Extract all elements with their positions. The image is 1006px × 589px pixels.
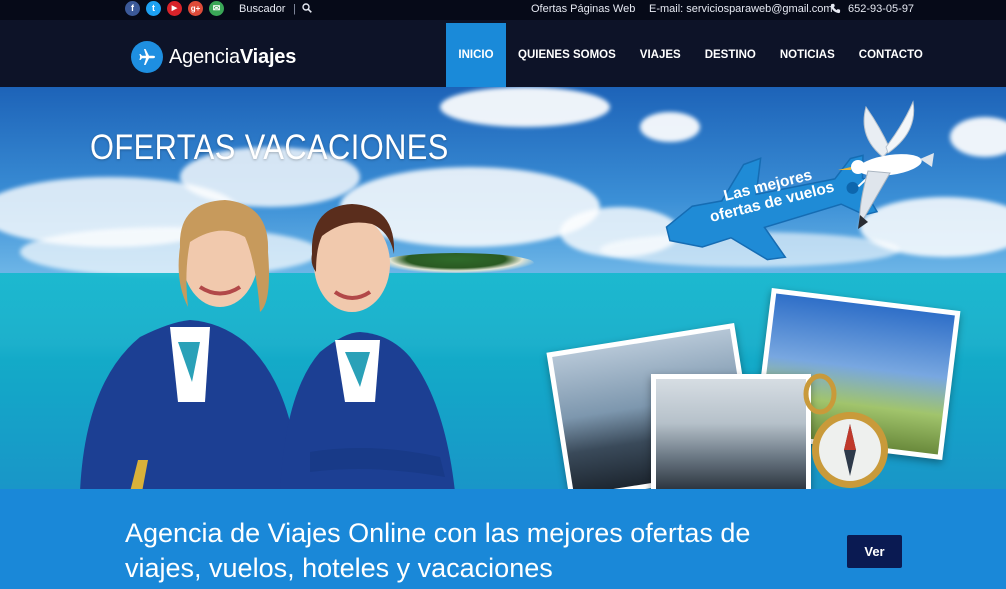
logo-text-light: Agencia bbox=[169, 45, 240, 68]
ver-button[interactable]: Ver bbox=[847, 535, 902, 568]
photo-traveler-ship bbox=[651, 374, 811, 489]
cloud bbox=[440, 87, 610, 127]
phone-icon bbox=[830, 3, 841, 14]
offers-web-link[interactable]: Ofertas Páginas Web bbox=[531, 3, 635, 15]
email-icon[interactable]: ✉ bbox=[209, 1, 224, 16]
compass-illustration bbox=[803, 373, 888, 488]
primary-nav: INICIO QUIENES SOMOS VIAJES DESTINO NOTI… bbox=[446, 23, 935, 87]
youtube-icon[interactable]: ▶ bbox=[167, 1, 182, 16]
nav-item-viajes[interactable]: VIAJES bbox=[628, 23, 693, 87]
top-utility-bar: f t ▶ g+ ✉ Buscador | Ofertas Páginas We… bbox=[0, 0, 1006, 20]
nav-item-destino[interactable]: DESTINO bbox=[693, 23, 768, 87]
nav-item-inicio[interactable]: INICIO bbox=[446, 23, 506, 87]
social-links: f t ▶ g+ ✉ bbox=[125, 1, 224, 16]
photo-traveler-ship-image bbox=[656, 379, 806, 489]
cloud bbox=[950, 117, 1006, 157]
search-icon[interactable] bbox=[302, 3, 312, 13]
email-contact[interactable]: E-mail: serviciosparaweb@gmail.com bbox=[649, 3, 833, 15]
nav-item-quienes-somos[interactable]: QUIENES SOMOS bbox=[506, 23, 628, 87]
logo-text: AgenciaViajes bbox=[169, 46, 296, 69]
promo-banner: Agencia de Viajes Online con las mejores… bbox=[0, 489, 1006, 589]
google-plus-icon[interactable]: g+ bbox=[188, 1, 203, 16]
hero-title: OFERTAS VACACIONES bbox=[90, 128, 449, 167]
main-navbar: AgenciaViajes INICIO QUIENES SOMOS VIAJE… bbox=[0, 20, 1006, 87]
airplane-icon bbox=[131, 41, 163, 73]
seagull-illustration bbox=[838, 100, 934, 229]
hero-slider: OFERTAS VACACIONES Las mejores ofertas d… bbox=[0, 87, 1006, 489]
flight-attendants-illustration bbox=[80, 200, 455, 489]
nav-item-noticias[interactable]: NOTICIAS bbox=[768, 23, 847, 87]
promo-banner-text: Agencia de Viajes Online con las mejores… bbox=[125, 518, 751, 583]
site-logo[interactable]: AgenciaViajes bbox=[131, 41, 296, 73]
separator: | bbox=[293, 3, 296, 15]
nav-item-contacto[interactable]: CONTACTO bbox=[847, 23, 935, 87]
phone-number: 652-93-05-97 bbox=[848, 3, 915, 15]
logo-text-bold: Viajes bbox=[239, 45, 297, 68]
twitter-icon[interactable]: t bbox=[146, 1, 161, 16]
search-link[interactable]: Buscador bbox=[239, 3, 285, 15]
facebook-icon[interactable]: f bbox=[125, 1, 140, 16]
